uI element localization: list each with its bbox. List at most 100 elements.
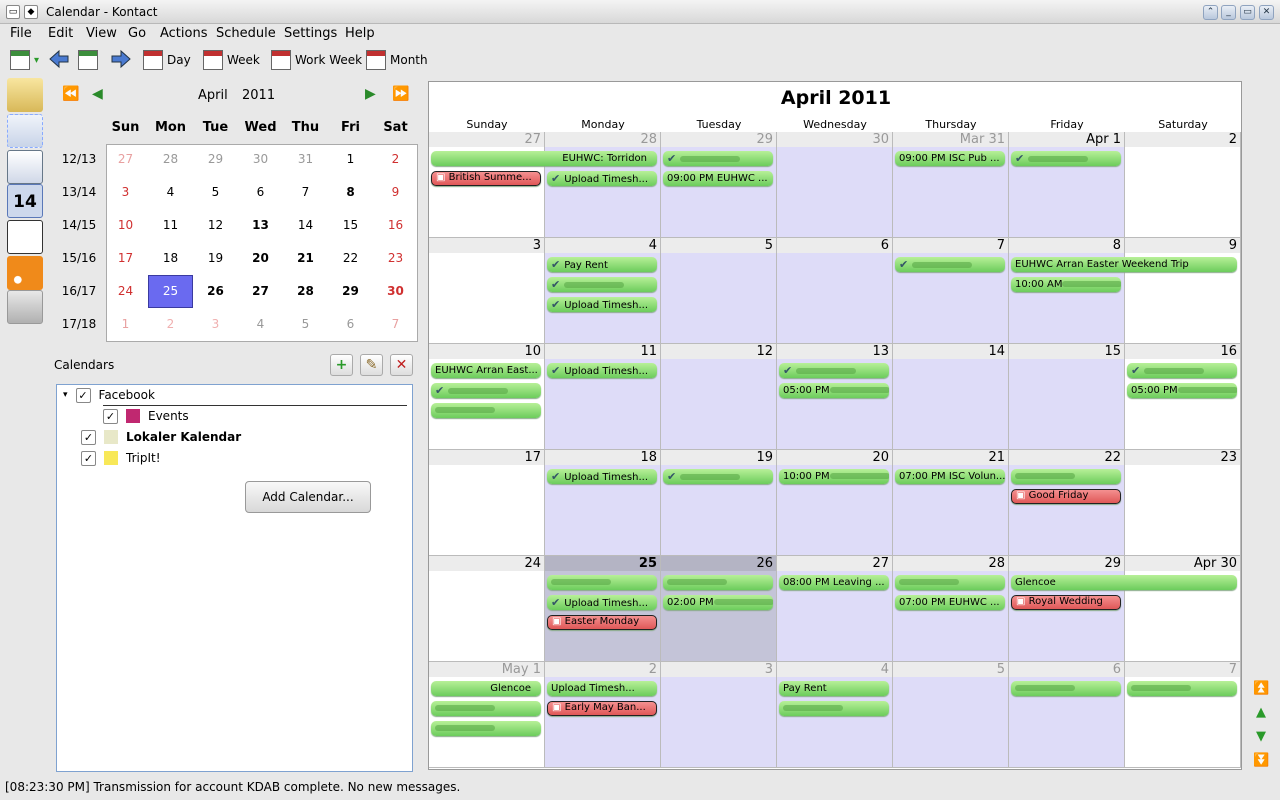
mini-month-label[interactable]: April bbox=[198, 88, 228, 103]
calendar-item-facebook[interactable]: ▾ ✓ Facebook bbox=[63, 386, 155, 404]
calendar-event[interactable]: ✔ Upload Timesh... bbox=[547, 297, 657, 312]
mini-day[interactable]: 30 bbox=[238, 152, 283, 166]
holiday-event[interactable]: ▣ Good Friday bbox=[1011, 489, 1121, 504]
mini-day[interactable]: 6 bbox=[328, 317, 373, 331]
todo-icon[interactable] bbox=[7, 220, 43, 254]
calendar-item-tripit[interactable]: ✓ TripIt! bbox=[81, 449, 161, 467]
mini-day[interactable]: 26 bbox=[193, 284, 238, 298]
scroll-up-icon[interactable]: ▲ bbox=[1253, 706, 1269, 720]
mini-day[interactable]: 18 bbox=[148, 251, 193, 265]
calendar-event[interactable]: Glencoe bbox=[1011, 575, 1237, 590]
mini-day[interactable]: 27 bbox=[238, 284, 283, 298]
lokaler-checkbox[interactable]: ✓ bbox=[81, 429, 96, 445]
calendar-event[interactable]: ✔ Upload Timesh... bbox=[547, 595, 657, 610]
calendar-event[interactable]: EUHWC Arran Easter Weekend Trip bbox=[1011, 257, 1237, 272]
day-cell[interactable]: Apr 30 bbox=[1125, 556, 1241, 662]
calendar-event[interactable]: 05:00 PM bbox=[1127, 383, 1237, 398]
mini-day[interactable]: 2 bbox=[373, 152, 418, 166]
mini-day[interactable]: 17 bbox=[103, 251, 148, 265]
day-cell[interactable]: 19 bbox=[661, 450, 777, 556]
calendar-event[interactable]: 08:00 PM Leaving ... bbox=[779, 575, 889, 590]
calendar-event[interactable]: Glencoe bbox=[431, 681, 541, 696]
day-cell[interactable]: 21 bbox=[893, 450, 1009, 556]
mini-day[interactable]: 5 bbox=[193, 185, 238, 199]
calendar-event[interactable]: Upload Timesh... bbox=[547, 681, 657, 696]
calendar-event[interactable] bbox=[547, 575, 657, 590]
day-cell[interactable]: 7 bbox=[1125, 662, 1241, 768]
mail-icon[interactable] bbox=[7, 78, 43, 112]
mini-day[interactable]: 2 bbox=[148, 317, 193, 331]
calendar-event[interactable] bbox=[779, 701, 889, 716]
menu-view[interactable]: View bbox=[86, 26, 117, 41]
mini-day[interactable]: 16 bbox=[373, 218, 418, 232]
calendar-event[interactable]: 07:00 PM ISC Volun... bbox=[895, 469, 1005, 484]
menu-file[interactable]: File bbox=[10, 26, 32, 41]
summary-icon[interactable] bbox=[7, 290, 43, 324]
holiday-event[interactable]: ▣ Royal Wedding bbox=[1011, 595, 1121, 610]
scroll-down-icon[interactable]: ▼ bbox=[1253, 730, 1269, 744]
calendar-event[interactable]: ✔ bbox=[895, 257, 1005, 272]
calendar-event[interactable] bbox=[431, 721, 541, 736]
calendar-event[interactable]: EUHWC Arran East... bbox=[431, 363, 541, 378]
calendar-event[interactable]: 05:00 PM bbox=[779, 383, 889, 398]
day-cell[interactable]: 3 bbox=[661, 662, 777, 768]
day-cell[interactable]: 20 bbox=[777, 450, 893, 556]
calendar-event[interactable]: ✔ Upload Timesh... bbox=[547, 469, 657, 484]
calendar-event[interactable] bbox=[1011, 469, 1121, 484]
events-checkbox[interactable]: ✓ bbox=[103, 408, 118, 424]
holiday-event[interactable]: ▣ Easter Monday bbox=[547, 615, 657, 630]
mini-day[interactable]: 24 bbox=[103, 284, 148, 298]
scroll-up-page-icon[interactable]: ⏫ bbox=[1253, 682, 1269, 696]
mini-day[interactable]: 9 bbox=[373, 185, 418, 199]
mini-day[interactable]: 23 bbox=[373, 251, 418, 265]
work-week-view-button[interactable]: Work Week bbox=[271, 48, 362, 72]
mini-day[interactable]: 30 bbox=[373, 284, 418, 298]
mini-day[interactable]: 10 bbox=[103, 218, 148, 232]
calendar-event[interactable]: ✔ Pay Rent bbox=[547, 257, 657, 272]
mini-day[interactable]: 6 bbox=[238, 185, 283, 199]
add-calendar-button[interactable]: Add Calendar... bbox=[245, 481, 371, 513]
calendar-event[interactable] bbox=[431, 701, 541, 716]
day-cell[interactable]: 6 bbox=[1009, 662, 1125, 768]
mini-day[interactable]: 27 bbox=[103, 152, 148, 166]
mini-day[interactable]: 14 bbox=[283, 218, 328, 232]
day-cell[interactable]: 23 bbox=[1125, 450, 1241, 556]
calendar-event[interactable]: 10:00 AM bbox=[1011, 277, 1121, 292]
calendar-event[interactable] bbox=[1011, 681, 1121, 696]
mini-day[interactable]: 22 bbox=[328, 251, 373, 265]
minimize-button[interactable]: _ bbox=[1221, 5, 1236, 20]
calendar-event[interactable]: ✔ bbox=[547, 277, 657, 292]
calendar-event[interactable]: 10:00 PM bbox=[779, 469, 889, 484]
day-cell[interactable]: Apr 1 bbox=[1009, 132, 1125, 238]
menu-go[interactable]: Go bbox=[128, 26, 146, 41]
mini-day[interactable]: 1 bbox=[103, 317, 148, 331]
mini-week-number[interactable]: 12/13 bbox=[56, 152, 102, 166]
calendar-event[interactable] bbox=[1127, 681, 1237, 696]
app-icon[interactable]: ▭ bbox=[6, 5, 20, 19]
day-cell[interactable]: 15 bbox=[1009, 344, 1125, 450]
mini-day[interactable]: 13 bbox=[238, 218, 283, 232]
menu-actions[interactable]: Actions bbox=[160, 26, 208, 41]
calendar-item-events[interactable]: ✓ Events bbox=[103, 407, 189, 425]
day-cell[interactable]: 6 bbox=[777, 238, 893, 344]
calendar-event[interactable]: ✔ bbox=[779, 363, 889, 378]
calendar-event[interactable]: ✔ Upload Timesh... bbox=[547, 171, 657, 186]
back-arrow-icon[interactable] bbox=[48, 49, 70, 69]
mini-week-number[interactable]: 17/18 bbox=[56, 317, 102, 331]
day-cell[interactable]: 5 bbox=[661, 238, 777, 344]
day-cell[interactable]: 18 bbox=[545, 450, 661, 556]
day-cell[interactable]: 3 bbox=[429, 238, 545, 344]
mini-day[interactable]: 20 bbox=[238, 251, 283, 265]
day-cell[interactable]: 9 bbox=[1125, 238, 1241, 344]
prev-month-icon[interactable]: ◀ bbox=[92, 86, 103, 102]
day-cell[interactable]: 30 bbox=[777, 132, 893, 238]
mini-day[interactable]: 7 bbox=[373, 317, 418, 331]
close-button[interactable]: ✕ bbox=[1259, 5, 1274, 20]
day-cell[interactable]: 24 bbox=[429, 556, 545, 662]
mini-day[interactable]: 25 bbox=[148, 275, 193, 308]
mini-day[interactable]: 8 bbox=[328, 185, 373, 199]
day-cell[interactable]: 11 bbox=[545, 344, 661, 450]
calendar-event[interactable]: ✔ Upload Timesh... bbox=[547, 363, 657, 378]
goto-today-button[interactable] bbox=[78, 48, 102, 72]
mini-day[interactable]: 19 bbox=[193, 251, 238, 265]
